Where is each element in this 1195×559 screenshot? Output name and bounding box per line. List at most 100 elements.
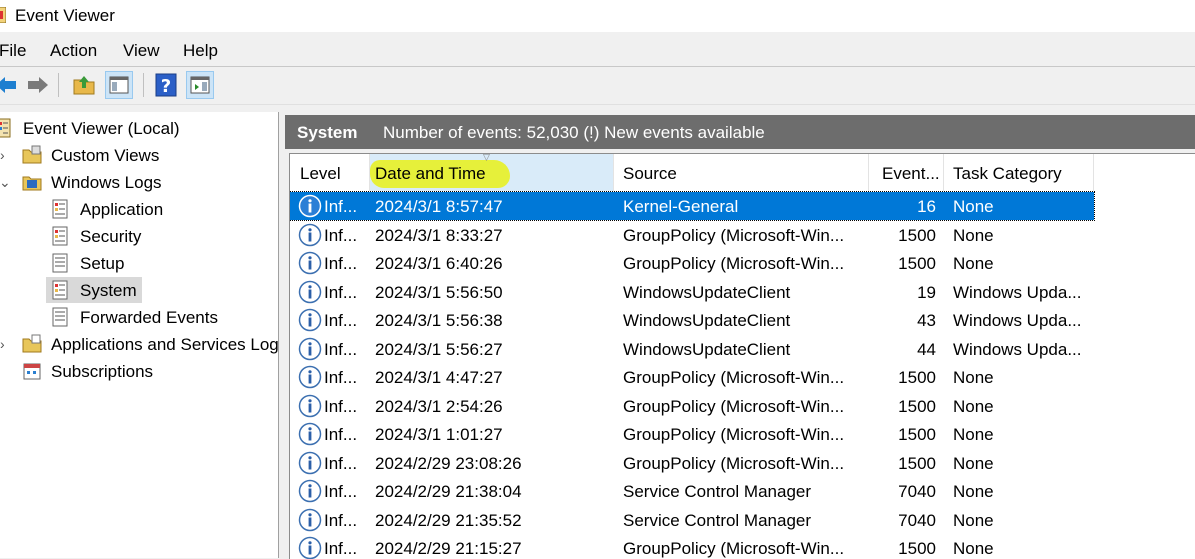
- cell-task-category: None: [953, 197, 994, 216]
- information-icon: [298, 251, 322, 275]
- show-hide-action-pane-button[interactable]: [186, 71, 214, 99]
- title-bar: Event Viewer: [0, 0, 1195, 32]
- tree-label: Security: [80, 227, 142, 246]
- up-folder-button[interactable]: [70, 71, 98, 99]
- information-icon: [298, 422, 322, 446]
- chevron-right-icon[interactable]: ›: [0, 336, 5, 352]
- cell-date-and-time: 2024/2/29 21:38:04: [375, 482, 522, 501]
- cell-level: Inf...: [324, 510, 358, 530]
- cell-level: Inf...: [324, 539, 358, 558]
- cell-task-category: None: [953, 539, 994, 558]
- cell-date-and-time: 2024/3/1 5:56:38: [375, 311, 503, 330]
- column-header-date-and-time[interactable]: ▽ Date and Time: [370, 154, 614, 191]
- tree-label: Subscriptions: [51, 362, 154, 381]
- log-icon: [52, 307, 68, 327]
- information-icon: [298, 223, 322, 246]
- cell-task-category: None: [953, 225, 994, 245]
- log-name: System: [297, 123, 358, 142]
- tree-item-applications-and-services-logs[interactable]: › Applications and Services Log: [0, 331, 278, 357]
- menu-view[interactable]: View: [123, 41, 160, 61]
- cell-task-category: None: [953, 425, 994, 444]
- forward-button[interactable]: [24, 71, 52, 99]
- table-row[interactable]: Inf... 2024/3/1 4:47:27 GroupPolicy (Micro…: [290, 363, 1094, 391]
- table-row[interactable]: Inf... 2024/3/1 8:33:27 GroupPolicy (Micro…: [290, 221, 1094, 249]
- cell-source: GroupPolicy (Microsoft-Win...: [623, 453, 845, 473]
- help-button[interactable]: ?: [152, 71, 180, 99]
- cell-task-category: None: [953, 396, 994, 416]
- cell-level: Inf...: [324, 282, 358, 302]
- information-icon: [298, 308, 322, 332]
- column-header-level[interactable]: Level: [290, 154, 370, 191]
- log-icon: [52, 199, 68, 219]
- column-header-task-category[interactable]: Task Category: [944, 154, 1094, 191]
- column-header-source[interactable]: Source: [614, 154, 869, 191]
- table-row[interactable]: Inf... 2024/2/29 21:38:04 Service Control …: [290, 477, 1094, 505]
- cell-task-category: Windows Upda...: [953, 311, 1082, 330]
- cell-level: Inf...: [324, 396, 358, 416]
- tree-item-security[interactable]: Security: [0, 223, 278, 249]
- cell-event-id: 1500: [898, 368, 936, 387]
- information-icon: [298, 337, 322, 360]
- cell-source: GroupPolicy (Microsoft-Win...: [623, 539, 845, 558]
- cell-task-category: None: [953, 482, 994, 501]
- cell-date-and-time: 2024/3/1 8:57:47: [375, 197, 503, 216]
- cell-source: WindowsUpdateClient: [623, 311, 791, 330]
- sort-descending-icon: ▽: [483, 153, 490, 162]
- information-icon: [298, 451, 322, 474]
- log-event-count: Number of events: 52,030 (!) New events …: [383, 123, 765, 142]
- table-row[interactable]: Inf... 2024/2/29 23:08:26 GroupPolicy (Mic…: [290, 449, 1094, 477]
- cell-event-id: 44: [917, 339, 936, 359]
- tree-item-root[interactable]: Event Viewer (Local): [0, 115, 278, 141]
- chevron-right-icon[interactable]: ›: [0, 147, 5, 163]
- log-content-pane: System Number of events: 52,030 (!) New …: [285, 112, 1195, 559]
- table-row[interactable]: Inf... 2024/3/1 2:54:26 GroupPolicy (Micro…: [290, 392, 1094, 420]
- table-row[interactable]: Inf... 2024/3/1 6:40:26 GroupPolicy (Micro…: [290, 249, 1094, 277]
- cell-event-id: 43: [917, 311, 936, 330]
- tree-item-custom-views[interactable]: › Custom Views: [0, 142, 278, 168]
- column-header-event-id[interactable]: Event...: [869, 154, 944, 191]
- information-icon: [298, 394, 322, 417]
- menu-file[interactable]: File: [0, 41, 26, 61]
- cell-event-id: 1500: [898, 225, 936, 245]
- cell-event-id: 1500: [898, 396, 936, 416]
- table-row[interactable]: Inf... 2024/3/1 1:01:27 GroupPolicy (Micro…: [290, 420, 1094, 448]
- tree-item-application[interactable]: Application: [0, 196, 278, 222]
- chevron-down-icon[interactable]: ⌄: [0, 174, 11, 191]
- table-row[interactable]: Inf... 2024/3/1 5:56:27 WindowsUpdateClien…: [290, 335, 1094, 363]
- tree-label: Setup: [80, 254, 125, 273]
- tree-item-subscriptions[interactable]: Subscriptions: [0, 358, 278, 384]
- toolbar-divider: [143, 73, 144, 97]
- cell-level: Inf...: [324, 482, 358, 501]
- cell-level: Inf...: [324, 311, 358, 330]
- table-row[interactable]: Inf... 2024/2/29 21:15:27 GroupPolicy (Mic…: [290, 534, 1094, 559]
- tree-item-setup[interactable]: Setup: [0, 250, 278, 276]
- window-title: Event Viewer: [15, 6, 115, 25]
- navigation-tree: Event Viewer (Local) › Custom Views ⌄ Wi…: [0, 112, 279, 558]
- information-icon: [298, 508, 322, 531]
- information-icon: [298, 365, 322, 389]
- table-row[interactable]: Inf... 2024/2/29 21:35:52 Service Control …: [290, 506, 1094, 534]
- back-button[interactable]: [0, 71, 20, 99]
- tree-item-windows-logs[interactable]: ⌄ Windows Logs: [0, 169, 278, 195]
- cell-source: GroupPolicy (Microsoft-Win...: [623, 225, 845, 245]
- cell-event-id: 7040: [898, 482, 936, 501]
- show-hide-tree-button[interactable]: [105, 71, 133, 99]
- table-row[interactable]: Inf... 2024/3/1 5:56:38 WindowsUpdateClien…: [290, 306, 1094, 334]
- cell-source: Kernel-General: [623, 197, 739, 216]
- cell-source: Service Control Manager: [623, 482, 812, 501]
- show-hide-tree-icon: [109, 76, 129, 94]
- tree-item-forwarded-events[interactable]: Forwarded Events: [0, 304, 278, 330]
- menu-help[interactable]: Help: [183, 41, 218, 61]
- cell-level: Inf...: [324, 368, 358, 387]
- log-icon: [52, 226, 68, 246]
- table-row[interactable]: Inf... 2024/3/1 5:56:50 WindowsUpdateClien…: [290, 278, 1094, 306]
- cell-task-category: Windows Upda...: [953, 339, 1082, 359]
- table-row[interactable]: Inf... 2024/3/1 8:57:47 Kernel-General 16 No…: [290, 191, 1095, 221]
- menu-action[interactable]: Action: [50, 41, 97, 61]
- cell-date-and-time: 2024/2/29 21:35:52: [375, 510, 522, 530]
- cell-task-category: None: [953, 368, 994, 387]
- tree-item-system[interactable]: System: [0, 277, 278, 303]
- log-icon: [52, 253, 68, 273]
- show-hide-action-pane-icon: [190, 76, 210, 94]
- cell-event-id: 19: [917, 282, 936, 302]
